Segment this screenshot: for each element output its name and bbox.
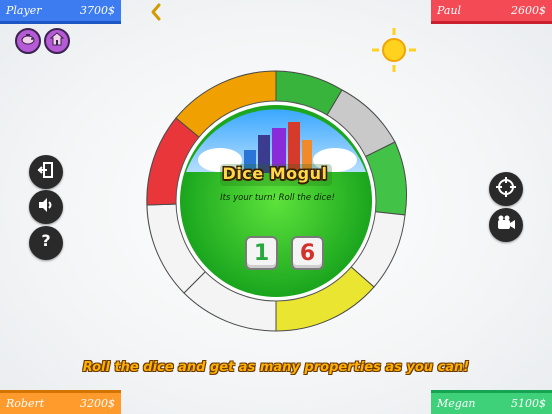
game-board <box>146 28 416 332</box>
sun-icon <box>372 28 416 72</box>
turn-message: Its your turn! Roll the dice! <box>220 193 335 203</box>
game-title: Dice Mogul <box>222 164 328 183</box>
hint-text: Roll the dice and get as many properties… <box>82 360 470 375</box>
die-1[interactable]: 1 <box>245 236 278 270</box>
die-2[interactable]: 6 <box>291 236 324 270</box>
